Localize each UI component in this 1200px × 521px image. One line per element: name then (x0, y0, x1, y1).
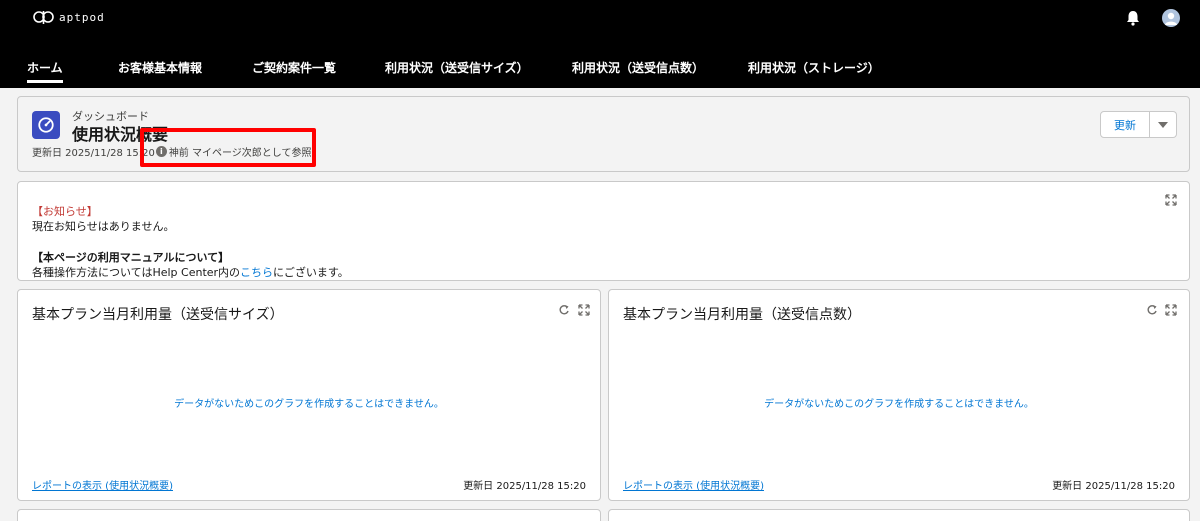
notice-card: 【お知らせ】 現在お知らせはありません。 【本ページの利用マニュアルについて】 … (17, 181, 1190, 281)
updated-timestamp: 更新日 2025/11/28 15:20 (1052, 481, 1175, 492)
updated-timestamp: 更新日 2025/11/28 15:20 (463, 481, 586, 492)
chart-card-points: 基本プラン当月利用量（送受信点数） データがないためこのグラフを作成することはで… (608, 289, 1190, 501)
viewing-as-label: 神前 マイページ次郎として参照 (168, 148, 312, 159)
help-center-link[interactable]: こちら (240, 266, 273, 279)
chevron-down-icon (1158, 121, 1168, 128)
page-title: 使用状況概要 (72, 125, 169, 144)
refresh-icon[interactable] (1146, 304, 1158, 316)
manual-heading: 【本ページの利用マニュアルについて】 (32, 251, 230, 264)
dashboard-icon (32, 111, 60, 139)
nav-item-home[interactable]: ホーム (27, 59, 63, 83)
chart-card-partial (608, 509, 1190, 521)
refresh-icon[interactable] (558, 304, 570, 316)
refresh-button[interactable]: 更新 (1100, 111, 1150, 138)
card-title: 基本プラン当月利用量（送受信点数） (623, 307, 861, 323)
nav-item-customer-info[interactable]: お客様基本情報 (118, 59, 202, 83)
card-title: 基本プラン当月利用量（送受信サイズ） (32, 307, 284, 323)
expand-icon[interactable] (578, 304, 590, 316)
logo-text: aptpod (59, 10, 105, 24)
chart-card-size: 基本プラン当月利用量（送受信サイズ） データがないためこのグラフを作成することは… (17, 289, 601, 501)
empty-chart-message: データがないためこのグラフを作成することはできません。 (764, 399, 1034, 410)
manual-text: 各種操作方法についてはHelp Center内のこちらにございます。 (32, 264, 349, 280)
info-icon: i (155, 146, 167, 157)
bell-icon[interactable] (1124, 9, 1142, 27)
refresh-button-group: 更新 (1100, 111, 1177, 138)
top-bar: aptpod ホーム お客様基本情報 ご契約案件一覧 利用状況（送受信サイズ） … (0, 0, 1200, 88)
chart-card-partial (17, 509, 601, 521)
nav-item-usage-storage[interactable]: 利用状況（ストレージ） (748, 59, 880, 83)
notice-body: 現在お知らせはありません。 (32, 220, 175, 233)
dashboard-meta: 更新日 2025/11/28 15:20 i 神前 マイページ次郎として参照 (32, 144, 312, 159)
logo-mark-icon (33, 11, 54, 24)
avatar[interactable] (1162, 9, 1180, 27)
manual-prefix: 各種操作方法についてはHelp Center内の (32, 266, 241, 279)
nav-item-usage-points[interactable]: 利用状況（送受信点数） (572, 59, 704, 83)
dashboard-header: ダッシュボード 使用状況概要 更新日 2025/11/28 15:20 i 神前… (17, 96, 1190, 172)
report-link[interactable]: レポートの表示 (使用状況概要) (623, 477, 764, 492)
refresh-menu-button[interactable] (1150, 111, 1177, 138)
empty-chart-message: データがないためこのグラフを作成することはできません。 (174, 399, 444, 410)
main-nav: ホーム お客様基本情報 ご契約案件一覧 利用状況（送受信サイズ） 利用状況（送受… (0, 56, 1200, 86)
manual-suffix: にございます。 (273, 266, 349, 279)
expand-icon[interactable] (1165, 194, 1177, 206)
gauge-icon (38, 117, 54, 133)
notice-heading: 【お知らせ】 (32, 205, 98, 218)
nav-item-contracts[interactable]: ご契約案件一覧 (252, 59, 336, 83)
nav-item-usage-size[interactable]: 利用状況（送受信サイズ） (385, 59, 529, 83)
logo[interactable]: aptpod (33, 9, 105, 25)
report-link[interactable]: レポートの表示 (使用状況概要) (32, 477, 173, 492)
expand-icon[interactable] (1165, 304, 1177, 316)
updated-timestamp: 更新日 2025/11/28 15:20 (32, 148, 155, 159)
user-icon (1165, 12, 1177, 25)
